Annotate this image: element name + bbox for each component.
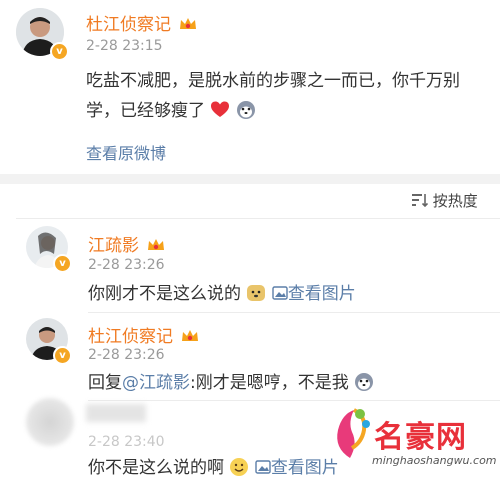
comment-divider (88, 312, 500, 313)
comment-time: 2-28 23:26 (88, 257, 165, 273)
section-divider (0, 174, 500, 184)
comment-text: :刚才是嗯哼，不是我 (190, 373, 349, 393)
blurred-username (86, 404, 146, 422)
vip-crown-icon (148, 239, 165, 250)
comments-divider (16, 218, 500, 219)
verified-badge-icon: v (53, 254, 72, 273)
smile-emoji-icon (230, 458, 249, 476)
watermark-brand: 名豪网 (374, 420, 467, 455)
post-time: 2-28 23:15 (86, 38, 163, 54)
vip-crown-icon (182, 330, 199, 341)
mention-link[interactable]: @江疏影 (122, 373, 190, 393)
sort-label: 按热度 (432, 192, 478, 210)
image-icon (272, 286, 288, 300)
view-original-link[interactable]: 查看原微博 (86, 140, 166, 164)
blurred-avatar (26, 398, 74, 446)
comment-text: 你刚才不是这么说的 (88, 284, 241, 304)
watermark: 名豪网 minghaoshangwu.com (322, 400, 498, 478)
comment-username[interactable]: 江疏影 (88, 236, 139, 256)
post-username[interactable]: 杜江侦察记 (86, 15, 171, 35)
husky-face-emoji-icon (236, 101, 255, 119)
comment-time: 2-28 23:40 (88, 434, 165, 450)
view-image-link[interactable]: 查看图片 (272, 284, 356, 304)
watermark-url: minghaoshangwu.com (372, 454, 497, 467)
profile-flower-logo-icon (337, 408, 370, 458)
sort-icon (412, 194, 429, 208)
comment-time: 2-28 23:26 (88, 347, 165, 363)
heart-icon (211, 101, 230, 117)
verified-badge-icon: v (50, 42, 69, 61)
image-icon (255, 460, 271, 474)
view-image-label: 查看图片 (287, 284, 356, 304)
vip-crown-icon (180, 18, 197, 29)
sort-by-hot-button[interactable]: 按热度 (412, 190, 478, 211)
post-text: 吃盐不减肥，是脱水前的步骤之一而已，你千万别学，已经够瘦了 (86, 71, 460, 121)
reply-prefix: 回复 (88, 373, 122, 393)
verified-badge-icon: v (53, 346, 72, 365)
comment-text: 你不是这么说的啊 (88, 458, 224, 478)
comment-username[interactable]: 杜江侦察记 (88, 327, 173, 347)
doge-emoji-icon (247, 285, 266, 301)
husky-face-emoji-icon (355, 373, 374, 391)
